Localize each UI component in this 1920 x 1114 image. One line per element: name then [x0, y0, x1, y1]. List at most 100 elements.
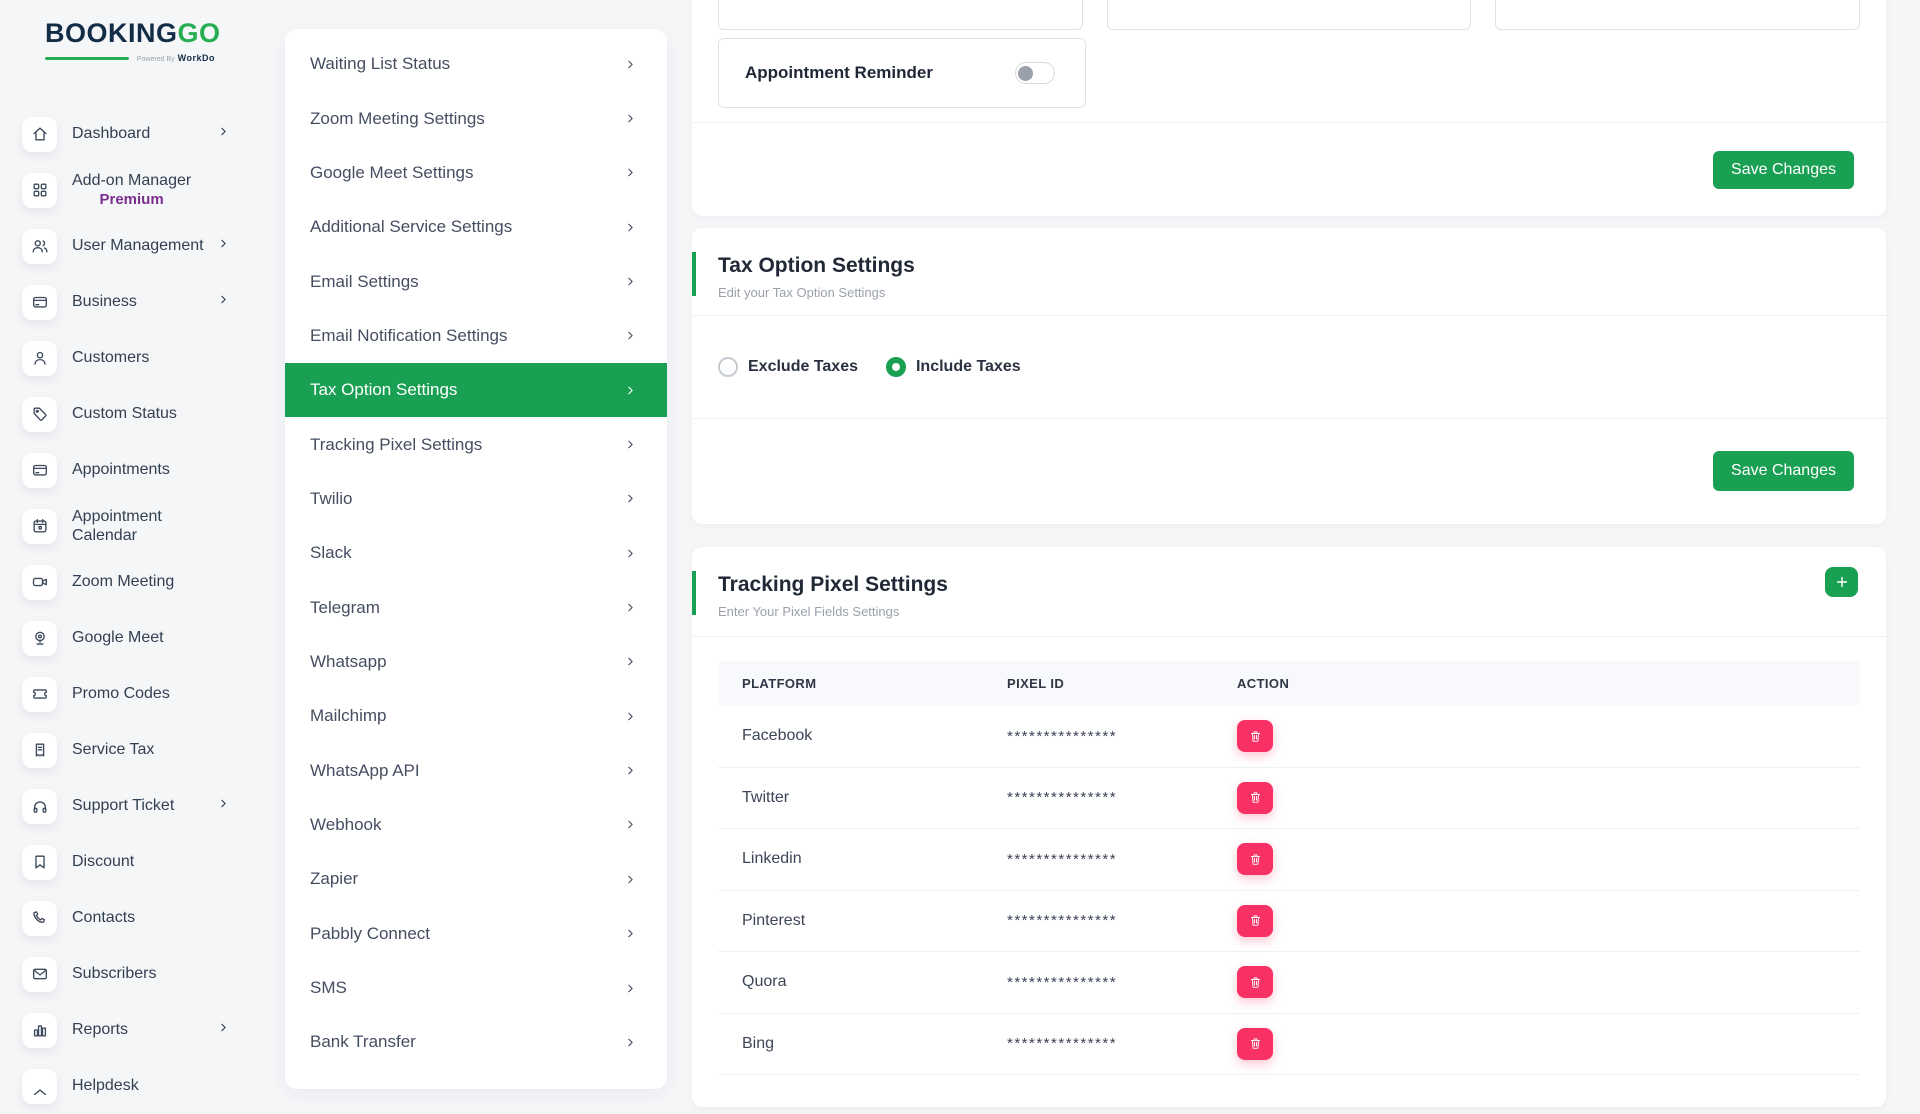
trash-icon [1248, 975, 1263, 990]
menu-item-tax-option-settings[interactable]: Tax Option Settings [285, 363, 667, 417]
premium-badge: Premium [72, 191, 191, 209]
menu-item-sms[interactable]: SMS [285, 961, 667, 1015]
sidebar-nav: Dashboard Add-on ManagerPremium User Man… [0, 106, 285, 1114]
brand-logo: BOOKINGGO Powered ByWorkDo [0, 18, 215, 63]
sidebar-item-label: Support Ticket [72, 796, 174, 815]
chevron-right-icon [624, 166, 637, 179]
delete-button[interactable] [1237, 720, 1273, 752]
sidebar-item-business[interactable]: Business [0, 274, 285, 330]
sidebar-item-google-meet[interactable]: Google Meet [0, 610, 285, 666]
text-input[interactable] [718, 0, 1083, 30]
appointment-reminder-label: Appointment Reminder [745, 63, 933, 83]
tag-icon [22, 397, 57, 432]
text-input[interactable] [1107, 0, 1472, 30]
chevron-right-icon [217, 1021, 230, 1039]
platform-cell: Twitter [718, 789, 983, 807]
webcam-icon [22, 621, 57, 656]
pixel-id-cell: *************** [983, 789, 1213, 806]
chevron-right-icon [624, 818, 637, 831]
menu-item-label: Webhook [310, 815, 382, 835]
menu-item-pabbly-connect[interactable]: Pabbly Connect [285, 907, 667, 961]
sidebar-item-zoom-meeting[interactable]: Zoom Meeting [0, 554, 285, 610]
sidebar-item-service-tax[interactable]: Service Tax [0, 722, 285, 778]
sidebar-item-customers[interactable]: Customers [0, 330, 285, 386]
menu-item-webhook[interactable]: Webhook [285, 798, 667, 852]
menu-item-telegram[interactable]: Telegram [285, 580, 667, 634]
menu-item-bank-transfer[interactable]: Bank Transfer [285, 1015, 667, 1069]
appointment-reminder-toggle[interactable] [1015, 62, 1055, 84]
sidebar-item-subscribers[interactable]: Subscribers [0, 946, 285, 1002]
radio-label: Include Taxes [916, 358, 1021, 376]
delete-button[interactable] [1237, 782, 1273, 814]
sidebar-item-user-management[interactable]: User Management [0, 218, 285, 274]
table-row: Quora *************** [718, 952, 1860, 1014]
include-taxes-option[interactable]: Include Taxes [886, 357, 1021, 377]
pixel-table: PLATFORM PIXEL ID ACTION Facebook ******… [692, 637, 1886, 1075]
chevron-right-icon [624, 547, 637, 560]
menu-item-mailchimp[interactable]: Mailchimp [285, 689, 667, 743]
add-pixel-button[interactable] [1825, 567, 1858, 597]
radio-checked-icon[interactable] [886, 357, 906, 377]
save-changes-button[interactable]: Save Changes [1713, 151, 1854, 189]
tax-option-settings-card: Tax Option Settings Edit your Tax Option… [692, 228, 1886, 524]
menu-item-email-settings[interactable]: Email Settings [285, 254, 667, 308]
trash-icon [1248, 913, 1263, 928]
trash-icon [1248, 852, 1263, 867]
sidebar-item-support-ticket[interactable]: Support Ticket [0, 778, 285, 834]
chevron-right-icon [217, 237, 230, 255]
sidebar-item-custom-status[interactable]: Custom Status [0, 386, 285, 442]
save-changes-button[interactable]: Save Changes [1713, 451, 1854, 491]
menu-item-label: Zoom Meeting Settings [310, 109, 485, 129]
brand-name-accent: GO [178, 18, 221, 48]
exclude-taxes-option[interactable]: Exclude Taxes [718, 357, 858, 377]
menu-item-google-meet-settings[interactable]: Google Meet Settings [285, 146, 667, 200]
brand-name-dark: BOOKING [45, 18, 178, 48]
menu-item-email-notification-settings[interactable]: Email Notification Settings [285, 309, 667, 363]
menu-item-label: Twilio [310, 489, 353, 509]
sidebar-item-discount[interactable]: Discount [0, 834, 285, 890]
menu-item-tracking-pixel-settings[interactable]: Tracking Pixel Settings [285, 417, 667, 471]
chevron-right-icon [624, 873, 637, 886]
table-row: Pinterest *************** [718, 891, 1860, 953]
sidebar-item-promo-codes[interactable]: Promo Codes [0, 666, 285, 722]
pixel-id-cell: *************** [983, 912, 1213, 929]
sidebar-item-dashboard[interactable]: Dashboard [0, 106, 285, 162]
trash-icon [1248, 729, 1263, 744]
column-header-pixel-id: PIXEL ID [983, 676, 1213, 691]
menu-item-twilio[interactable]: Twilio [285, 472, 667, 526]
chevron-right-icon [624, 927, 637, 940]
sidebar-item-helpdesk[interactable]: Helpdesk [0, 1058, 285, 1114]
menu-item-whatsapp-api[interactable]: WhatsApp API [285, 743, 667, 797]
sidebar-item-addon-manager[interactable]: Add-on ManagerPremium [0, 162, 285, 218]
chevron-right-icon [624, 438, 637, 451]
radio-unchecked-icon[interactable] [718, 357, 738, 377]
menu-item-label: Additional Service Settings [310, 217, 512, 237]
card-header: Tax Option Settings Edit your Tax Option… [692, 228, 1886, 316]
envelope-icon [22, 957, 57, 992]
sidebar-item-appointment-calendar[interactable]: Appointment Calendar [0, 498, 285, 554]
delete-button[interactable] [1237, 966, 1273, 998]
menu-item-whatsapp[interactable]: Whatsapp [285, 635, 667, 689]
card-header: Tracking Pixel Settings Enter Your Pixel… [692, 547, 1886, 637]
menu-item-zoom-meeting-settings[interactable]: Zoom Meeting Settings [285, 91, 667, 145]
table-row: Facebook *************** [718, 706, 1860, 768]
text-input[interactable] [1495, 0, 1860, 30]
menu-item-additional-service-settings[interactable]: Additional Service Settings [285, 200, 667, 254]
calendar-icon [22, 509, 57, 544]
delete-button[interactable] [1237, 905, 1273, 937]
pixel-id-cell: *************** [983, 974, 1213, 991]
section-title: Tracking Pixel Settings [718, 573, 1860, 597]
chevron-right-icon [624, 710, 637, 723]
tracking-pixel-settings-card: Tracking Pixel Settings Enter Your Pixel… [692, 547, 1886, 1107]
menu-item-zapier[interactable]: Zapier [285, 852, 667, 906]
helpdesk-icon [22, 1069, 57, 1104]
sidebar-item-contacts[interactable]: Contacts [0, 890, 285, 946]
sidebar-item-reports[interactable]: Reports [0, 1002, 285, 1058]
delete-button[interactable] [1237, 1028, 1273, 1060]
menu-item-waiting-list-status[interactable]: Waiting List Status [285, 37, 667, 91]
delete-button[interactable] [1237, 843, 1273, 875]
logo-underline [45, 57, 129, 60]
sidebar-item-appointments[interactable]: Appointments [0, 442, 285, 498]
tax-options: Exclude Taxes Include Taxes [692, 316, 1886, 419]
menu-item-slack[interactable]: Slack [285, 526, 667, 580]
